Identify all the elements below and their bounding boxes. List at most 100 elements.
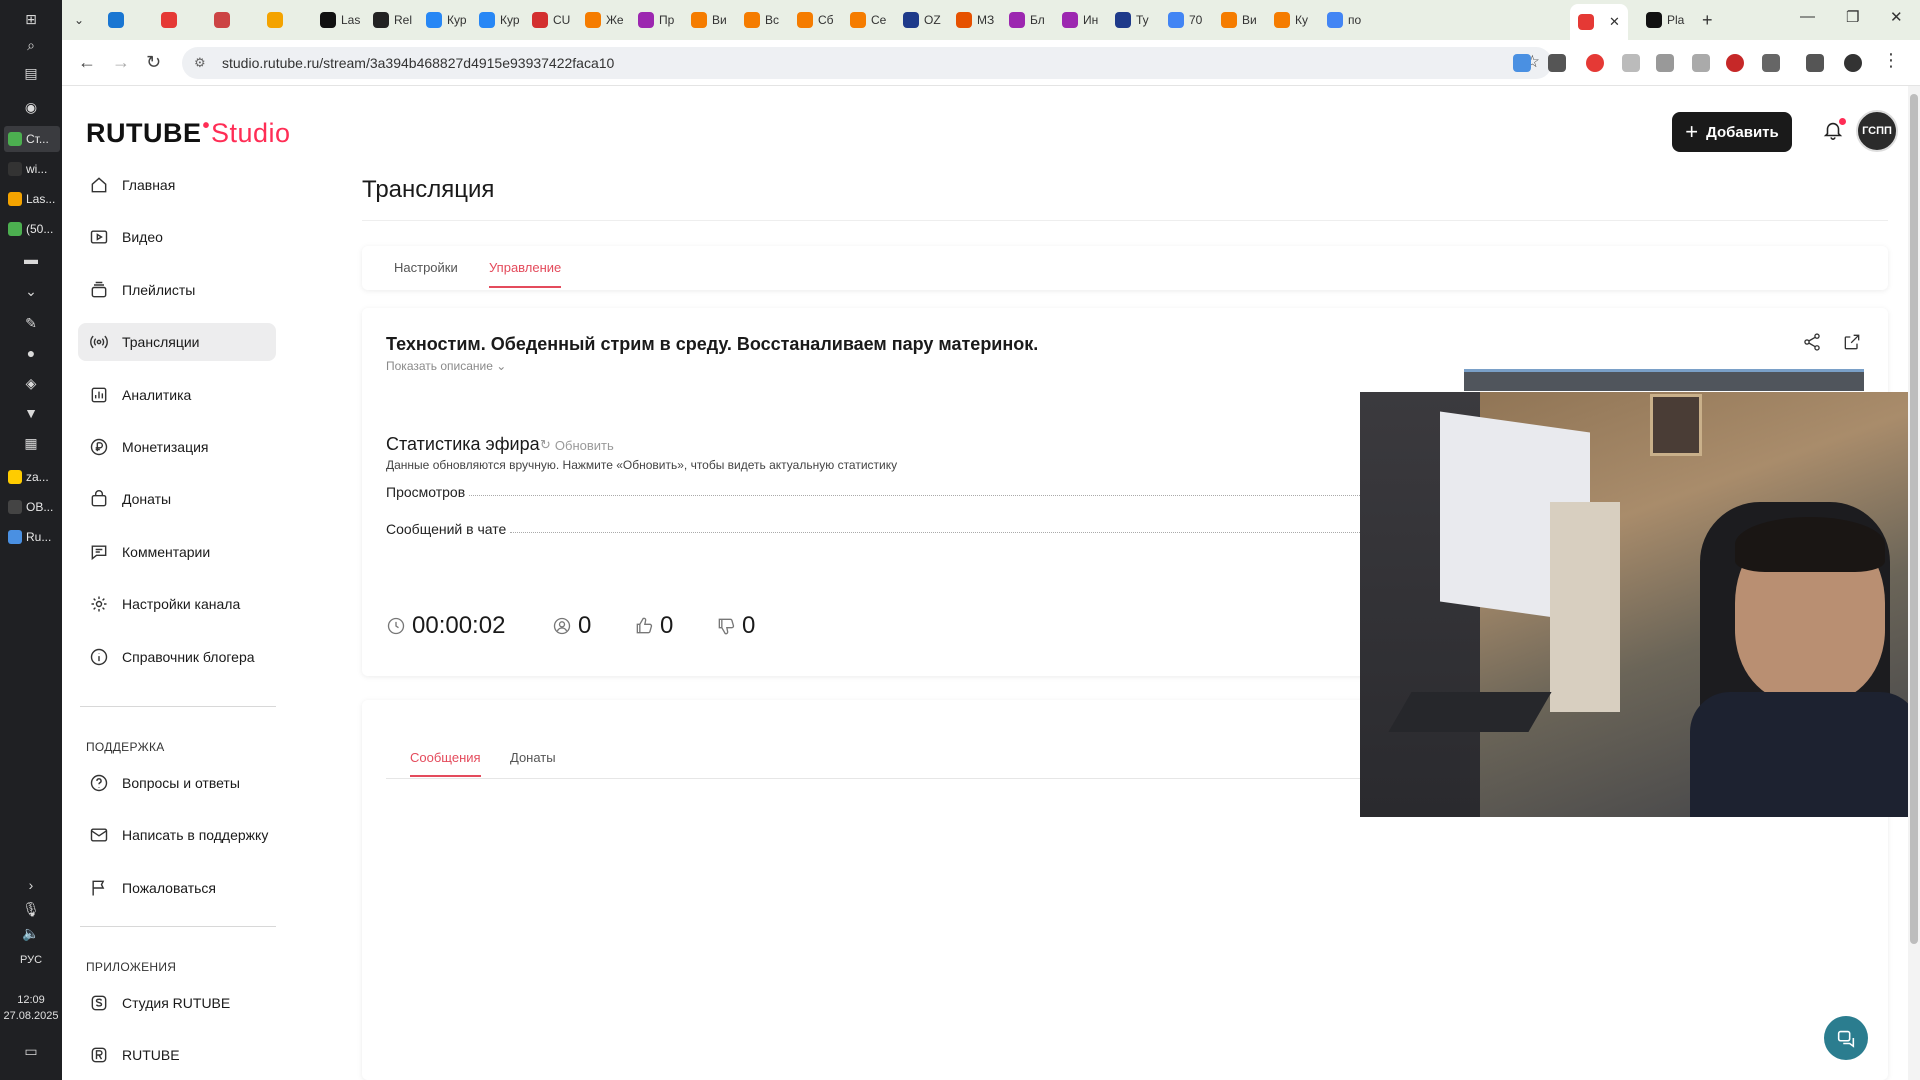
scroll-thumb[interactable] [1910, 94, 1918, 944]
taskbar-app-ru[interactable]: Ru... [4, 524, 60, 550]
taskbar-app-obs[interactable]: OB... [4, 494, 60, 520]
sidebar-item-info[interactable]: Справочник блогера [78, 638, 276, 676]
sidebar-item-analytics[interactable]: Аналитика [78, 376, 276, 414]
taskbar-app-za[interactable]: za... [4, 464, 60, 490]
taskbar-app-las[interactable]: Las... [4, 186, 60, 212]
menu-dots-icon[interactable]: ⋮ [1882, 50, 1900, 71]
browser-tab[interactable]: Пр [638, 8, 674, 32]
browser-tab[interactable]: по [1327, 8, 1361, 32]
browser-tab-active[interactable]: ✕ [1570, 4, 1628, 40]
sidebar-item-question[interactable]: Вопросы и ответы [78, 764, 276, 802]
page-scrollbar[interactable] [1908, 86, 1920, 1080]
sidebar-item-flag[interactable]: Пожаловаться [78, 869, 276, 907]
sidebar-item-donations[interactable]: Донаты [78, 480, 276, 518]
tab-management[interactable]: Управление [489, 260, 562, 288]
extensions-puzzle-icon[interactable] [1762, 54, 1780, 72]
browser-tab[interactable] [267, 8, 288, 32]
rutube-studio-logo[interactable]: RUTUBE • Studio [86, 115, 291, 149]
close-icon[interactable]: ✕ [1609, 14, 1620, 30]
site-info-icon[interactable]: ⚙ [194, 55, 206, 71]
sidebar-item-broadcast[interactable]: Трансляции [78, 323, 276, 362]
browser-tab[interactable]: 70 [1168, 8, 1202, 32]
extension-icon[interactable] [1656, 54, 1674, 72]
browser-tab-last[interactable]: Pla [1646, 8, 1684, 32]
sidebar-item-mail[interactable]: Написать в поддержку [78, 816, 276, 854]
support-chat-button[interactable] [1824, 1016, 1868, 1060]
edge-icon[interactable]: ◉ [18, 96, 44, 118]
restore-icon[interactable]: ❐ [1846, 8, 1859, 26]
language-indicator[interactable]: РУС [0, 954, 62, 966]
reload-icon[interactable]: ↻ [146, 52, 161, 73]
browser-tab[interactable] [161, 8, 182, 32]
sidebar-item-home[interactable]: Главная [78, 166, 276, 204]
app-icon[interactable]: ● [18, 342, 44, 364]
tab-settings[interactable]: Настройки [394, 260, 458, 275]
folder-icon[interactable]: ▬ [18, 248, 44, 270]
sidebar-item-comments[interactable]: Комментарии [78, 533, 276, 571]
app-icon-2[interactable]: ◈ [18, 372, 44, 394]
browser-tab[interactable]: Rel [373, 8, 412, 32]
notifications-icon[interactable]: ▭ [18, 1040, 44, 1062]
extension-icon[interactable] [1622, 54, 1640, 72]
taskbar-app-chrome[interactable]: Ст... [4, 126, 60, 152]
tab-messages[interactable]: Сообщения [410, 750, 481, 777]
browser-tab[interactable]: Ви [1221, 8, 1257, 32]
browser-tab[interactable]: Вс [744, 8, 779, 32]
extension-icon[interactable] [1548, 54, 1566, 72]
forward-icon[interactable]: → [112, 52, 130, 73]
mic-icon[interactable]: 🎙 [18, 898, 44, 920]
add-button[interactable]: + Добавить [1672, 112, 1792, 152]
minimize-icon[interactable]: — [1800, 8, 1815, 25]
sidebar-item-playlist[interactable]: Плейлисты [78, 271, 276, 309]
pen-icon[interactable]: ✎ [18, 312, 44, 334]
browser-tab[interactable]: Las [320, 8, 360, 32]
browser-tab[interactable]: CU [532, 8, 570, 32]
extension-icon[interactable] [1692, 54, 1710, 72]
show-description-link[interactable]: Показать описание ⌄ [386, 359, 506, 373]
window-close-icon[interactable]: ✕ [1890, 8, 1903, 26]
browser-tab[interactable]: Ви [691, 8, 727, 32]
browser-tab[interactable]: Се [850, 8, 886, 32]
extension-icon[interactable] [1586, 54, 1604, 72]
browser-tab[interactable]: Кур [479, 8, 520, 32]
sidebar-item-video[interactable]: Видео [78, 218, 276, 256]
media-control-icon[interactable] [1806, 54, 1824, 72]
browser-tab[interactable] [108, 8, 129, 32]
volume-icon[interactable]: 🔈 [18, 922, 44, 944]
new-tab-button[interactable]: + [1702, 8, 1713, 32]
address-bar[interactable]: ⚙ studio.rutube.ru/stream/3a394b468827d4… [182, 47, 1552, 79]
browser-tab[interactable]: Же [585, 8, 624, 32]
refresh-button[interactable]: ↻ Обновить [540, 437, 614, 453]
browser-tab[interactable]: Ту [1115, 8, 1149, 32]
sidebar-item-rutube-app[interactable]: RUTUBE [78, 1036, 276, 1074]
app-icon-3[interactable]: ▼ [18, 402, 44, 424]
extension-icon[interactable] [1513, 54, 1531, 72]
share-icon[interactable] [1802, 332, 1824, 354]
browser-tab[interactable]: МЗ [956, 8, 994, 32]
external-link-icon[interactable] [1842, 332, 1864, 354]
avatar[interactable]: ГСПП [1856, 110, 1898, 152]
app-icon-4[interactable]: ▦ [18, 432, 44, 454]
tab-donations[interactable]: Донаты [510, 750, 556, 765]
browser-tab[interactable]: OZ [903, 8, 941, 32]
browser-tab[interactable]: Ку [1274, 8, 1308, 32]
windows-start-icon[interactable]: ⊞ [18, 8, 44, 30]
extension-icon[interactable] [1726, 54, 1744, 72]
browser-tab[interactable]: Кур [426, 8, 467, 32]
taskbar-app-50[interactable]: (50... [4, 216, 60, 242]
sidebar-item-gear[interactable]: Настройки канала [78, 585, 276, 623]
browser-tab[interactable]: Ин [1062, 8, 1098, 32]
browser-tab[interactable]: Бл [1009, 8, 1045, 32]
notifications-bell-icon[interactable] [1822, 118, 1846, 144]
search-icon[interactable]: ⌕ [18, 34, 44, 56]
tab-list-button[interactable]: ⌄ [74, 8, 84, 32]
task-view-icon[interactable]: ▤ [18, 62, 44, 84]
taskbar-app-wi[interactable]: wi... [4, 156, 60, 182]
sidebar-item-monetization[interactable]: Монетизация [78, 428, 276, 466]
profile-icon[interactable] [1844, 54, 1862, 72]
chevron-icon[interactable]: ⌄ [18, 280, 44, 302]
browser-tab[interactable] [214, 8, 235, 32]
chevron-right-icon[interactable]: › [18, 874, 44, 896]
back-icon[interactable]: ← [78, 52, 96, 73]
sidebar-item-studio-app[interactable]: Студия RUTUBE [78, 984, 276, 1022]
